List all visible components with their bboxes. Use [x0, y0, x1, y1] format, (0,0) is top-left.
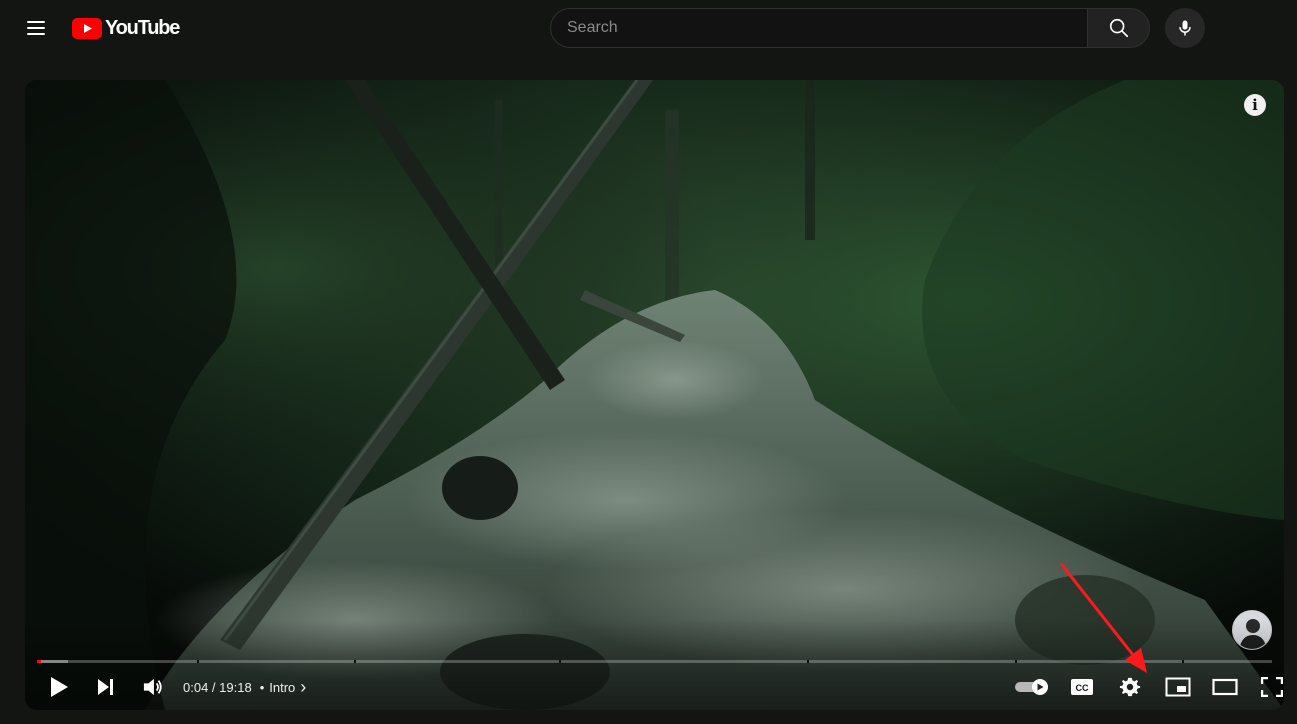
next-button[interactable]: [92, 670, 120, 704]
miniplayer-icon: [1165, 677, 1191, 697]
settings-button[interactable]: [1116, 670, 1144, 704]
chapter-divider: [354, 660, 356, 663]
chapter-title: Intro: [269, 679, 296, 695]
microphone-icon: [1179, 20, 1191, 36]
current-time: 0:04: [183, 679, 209, 695]
info-icon[interactable]: i: [1244, 94, 1266, 116]
chapter-divider: [197, 660, 199, 663]
youtube-logo-icon: [72, 17, 102, 39]
volume-icon: [143, 678, 162, 696]
progress-loaded: [37, 660, 68, 663]
miniplayer-button[interactable]: [1164, 670, 1192, 704]
masthead: YouTube: [0, 0, 1297, 56]
gear-icon: [1119, 677, 1141, 697]
autoplay-toggle-icon: [1015, 679, 1048, 695]
play-button[interactable]: [45, 670, 73, 704]
chapter-button[interactable]: • Intro ›: [258, 676, 307, 697]
video-player[interactable]: i 0:04 / 19:18 • Intro › CC: [25, 80, 1284, 710]
chapter-bullet: •: [259, 679, 265, 695]
chapter-divider: [559, 660, 561, 663]
cc-label: CC: [1076, 683, 1089, 693]
search-input[interactable]: [567, 19, 1087, 37]
menu-icon[interactable]: [20, 12, 52, 44]
player-controls: 0:04 / 19:18 • Intro › CC: [37, 670, 1283, 704]
logo-text: YouTube: [105, 16, 180, 39]
autoplay-toggle[interactable]: [1012, 670, 1052, 704]
voice-search-button[interactable]: [1165, 8, 1205, 48]
theater-mode-icon: [1212, 678, 1238, 696]
fullscreen-icon: [1261, 677, 1283, 697]
chapter-divider: [1182, 660, 1184, 663]
chapter-divider: [807, 660, 809, 663]
theater-mode-button[interactable]: [1211, 670, 1239, 704]
time-display: 0:04 / 19:18 • Intro ›: [183, 670, 306, 704]
time-separator: /: [208, 679, 220, 695]
search-icon: [1109, 18, 1128, 38]
volume-button[interactable]: [139, 670, 167, 704]
play-icon: [51, 677, 68, 697]
progress-played: [37, 660, 42, 663]
fullscreen-button[interactable]: [1259, 670, 1284, 704]
video-frame[interactable]: [25, 80, 1284, 710]
youtube-logo[interactable]: YouTube: [72, 16, 180, 39]
subtitles-button[interactable]: CC: [1068, 670, 1096, 704]
next-icon: [98, 679, 113, 695]
chapter-divider: [1015, 660, 1017, 663]
search-button[interactable]: [1087, 8, 1150, 48]
search-box[interactable]: [550, 8, 1087, 48]
chevron-right-icon: ›: [300, 676, 307, 697]
duration: 19:18: [219, 679, 252, 695]
progress-bar[interactable]: [37, 660, 1272, 663]
subtitles-icon: CC: [1071, 679, 1093, 695]
